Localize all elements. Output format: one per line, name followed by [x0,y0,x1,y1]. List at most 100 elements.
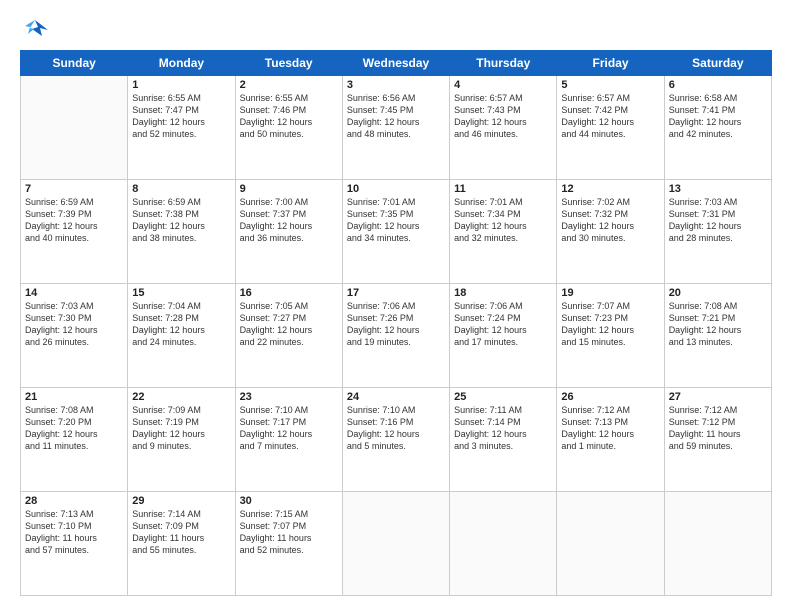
day-number: 7 [25,183,123,195]
day-cell-9: 9Sunrise: 7:00 AMSunset: 7:37 PMDaylight… [235,180,342,284]
empty-cell [342,492,449,596]
cell-text: Sunrise: 6:58 AMSunset: 7:41 PMDaylight:… [669,92,767,141]
week-row-2: 7Sunrise: 6:59 AMSunset: 7:39 PMDaylight… [21,180,772,284]
cell-text: Sunrise: 7:06 AMSunset: 7:26 PMDaylight:… [347,300,445,349]
cell-text: Sunrise: 7:10 AMSunset: 7:16 PMDaylight:… [347,404,445,453]
weekday-header-sunday: Sunday [21,51,128,76]
cell-text: Sunrise: 7:09 AMSunset: 7:19 PMDaylight:… [132,404,230,453]
day-cell-23: 23Sunrise: 7:10 AMSunset: 7:17 PMDayligh… [235,388,342,492]
day-number: 28 [25,495,123,507]
cell-text: Sunrise: 7:03 AMSunset: 7:31 PMDaylight:… [669,196,767,245]
day-cell-12: 12Sunrise: 7:02 AMSunset: 7:32 PMDayligh… [557,180,664,284]
day-cell-11: 11Sunrise: 7:01 AMSunset: 7:34 PMDayligh… [450,180,557,284]
day-cell-30: 30Sunrise: 7:15 AMSunset: 7:07 PMDayligh… [235,492,342,596]
cell-text: Sunrise: 7:14 AMSunset: 7:09 PMDaylight:… [132,508,230,557]
day-number: 26 [561,391,659,403]
day-number: 23 [240,391,338,403]
day-cell-3: 3Sunrise: 6:56 AMSunset: 7:45 PMDaylight… [342,76,449,180]
cell-text: Sunrise: 7:01 AMSunset: 7:34 PMDaylight:… [454,196,552,245]
weekday-header-tuesday: Tuesday [235,51,342,76]
day-number: 24 [347,391,445,403]
cell-text: Sunrise: 7:02 AMSunset: 7:32 PMDaylight:… [561,196,659,245]
day-cell-16: 16Sunrise: 7:05 AMSunset: 7:27 PMDayligh… [235,284,342,388]
weekday-header-thursday: Thursday [450,51,557,76]
day-number: 27 [669,391,767,403]
cell-text: Sunrise: 7:01 AMSunset: 7:35 PMDaylight:… [347,196,445,245]
day-number: 3 [347,79,445,91]
day-cell-8: 8Sunrise: 6:59 AMSunset: 7:38 PMDaylight… [128,180,235,284]
weekday-header-wednesday: Wednesday [342,51,449,76]
day-cell-27: 27Sunrise: 7:12 AMSunset: 7:12 PMDayligh… [664,388,771,492]
cell-text: Sunrise: 6:55 AMSunset: 7:46 PMDaylight:… [240,92,338,141]
weekday-header-friday: Friday [557,51,664,76]
day-number: 20 [669,287,767,299]
cell-text: Sunrise: 7:05 AMSunset: 7:27 PMDaylight:… [240,300,338,349]
logo [20,16,52,40]
calendar-table: SundayMondayTuesdayWednesdayThursdayFrid… [20,50,772,596]
cell-text: Sunrise: 6:56 AMSunset: 7:45 PMDaylight:… [347,92,445,141]
day-cell-5: 5Sunrise: 6:57 AMSunset: 7:42 PMDaylight… [557,76,664,180]
day-number: 21 [25,391,123,403]
day-number: 4 [454,79,552,91]
page: SundayMondayTuesdayWednesdayThursdayFrid… [0,0,792,612]
cell-text: Sunrise: 7:10 AMSunset: 7:17 PMDaylight:… [240,404,338,453]
day-cell-13: 13Sunrise: 7:03 AMSunset: 7:31 PMDayligh… [664,180,771,284]
week-row-3: 14Sunrise: 7:03 AMSunset: 7:30 PMDayligh… [21,284,772,388]
cell-text: Sunrise: 6:57 AMSunset: 7:42 PMDaylight:… [561,92,659,141]
day-number: 9 [240,183,338,195]
day-cell-24: 24Sunrise: 7:10 AMSunset: 7:16 PMDayligh… [342,388,449,492]
cell-text: Sunrise: 6:59 AMSunset: 7:38 PMDaylight:… [132,196,230,245]
cell-text: Sunrise: 7:07 AMSunset: 7:23 PMDaylight:… [561,300,659,349]
week-row-5: 28Sunrise: 7:13 AMSunset: 7:10 PMDayligh… [21,492,772,596]
cell-text: Sunrise: 7:15 AMSunset: 7:07 PMDaylight:… [240,508,338,557]
day-cell-26: 26Sunrise: 7:12 AMSunset: 7:13 PMDayligh… [557,388,664,492]
empty-cell [664,492,771,596]
day-cell-14: 14Sunrise: 7:03 AMSunset: 7:30 PMDayligh… [21,284,128,388]
day-cell-28: 28Sunrise: 7:13 AMSunset: 7:10 PMDayligh… [21,492,128,596]
cell-text: Sunrise: 7:08 AMSunset: 7:20 PMDaylight:… [25,404,123,453]
day-number: 11 [454,183,552,195]
cell-text: Sunrise: 6:57 AMSunset: 7:43 PMDaylight:… [454,92,552,141]
day-number: 19 [561,287,659,299]
week-row-4: 21Sunrise: 7:08 AMSunset: 7:20 PMDayligh… [21,388,772,492]
empty-cell [21,76,128,180]
cell-text: Sunrise: 7:12 AMSunset: 7:12 PMDaylight:… [669,404,767,453]
day-number: 18 [454,287,552,299]
day-number: 13 [669,183,767,195]
day-cell-4: 4Sunrise: 6:57 AMSunset: 7:43 PMDaylight… [450,76,557,180]
day-number: 29 [132,495,230,507]
day-number: 14 [25,287,123,299]
cell-text: Sunrise: 7:00 AMSunset: 7:37 PMDaylight:… [240,196,338,245]
day-cell-22: 22Sunrise: 7:09 AMSunset: 7:19 PMDayligh… [128,388,235,492]
day-cell-29: 29Sunrise: 7:14 AMSunset: 7:09 PMDayligh… [128,492,235,596]
cell-text: Sunrise: 7:13 AMSunset: 7:10 PMDaylight:… [25,508,123,557]
day-cell-17: 17Sunrise: 7:06 AMSunset: 7:26 PMDayligh… [342,284,449,388]
day-number: 25 [454,391,552,403]
day-cell-15: 15Sunrise: 7:04 AMSunset: 7:28 PMDayligh… [128,284,235,388]
day-cell-19: 19Sunrise: 7:07 AMSunset: 7:23 PMDayligh… [557,284,664,388]
day-cell-6: 6Sunrise: 6:58 AMSunset: 7:41 PMDaylight… [664,76,771,180]
day-cell-20: 20Sunrise: 7:08 AMSunset: 7:21 PMDayligh… [664,284,771,388]
day-number: 10 [347,183,445,195]
empty-cell [450,492,557,596]
day-cell-10: 10Sunrise: 7:01 AMSunset: 7:35 PMDayligh… [342,180,449,284]
weekday-header-saturday: Saturday [664,51,771,76]
week-row-1: 1Sunrise: 6:55 AMSunset: 7:47 PMDaylight… [21,76,772,180]
day-cell-21: 21Sunrise: 7:08 AMSunset: 7:20 PMDayligh… [21,388,128,492]
weekday-header-row: SundayMondayTuesdayWednesdayThursdayFrid… [21,51,772,76]
empty-cell [557,492,664,596]
day-cell-25: 25Sunrise: 7:11 AMSunset: 7:14 PMDayligh… [450,388,557,492]
day-number: 22 [132,391,230,403]
day-number: 17 [347,287,445,299]
day-number: 12 [561,183,659,195]
header [20,16,772,40]
day-cell-7: 7Sunrise: 6:59 AMSunset: 7:39 PMDaylight… [21,180,128,284]
weekday-header-monday: Monday [128,51,235,76]
day-cell-2: 2Sunrise: 6:55 AMSunset: 7:46 PMDaylight… [235,76,342,180]
day-number: 16 [240,287,338,299]
cell-text: Sunrise: 6:55 AMSunset: 7:47 PMDaylight:… [132,92,230,141]
day-number: 5 [561,79,659,91]
cell-text: Sunrise: 6:59 AMSunset: 7:39 PMDaylight:… [25,196,123,245]
day-cell-18: 18Sunrise: 7:06 AMSunset: 7:24 PMDayligh… [450,284,557,388]
day-number: 30 [240,495,338,507]
